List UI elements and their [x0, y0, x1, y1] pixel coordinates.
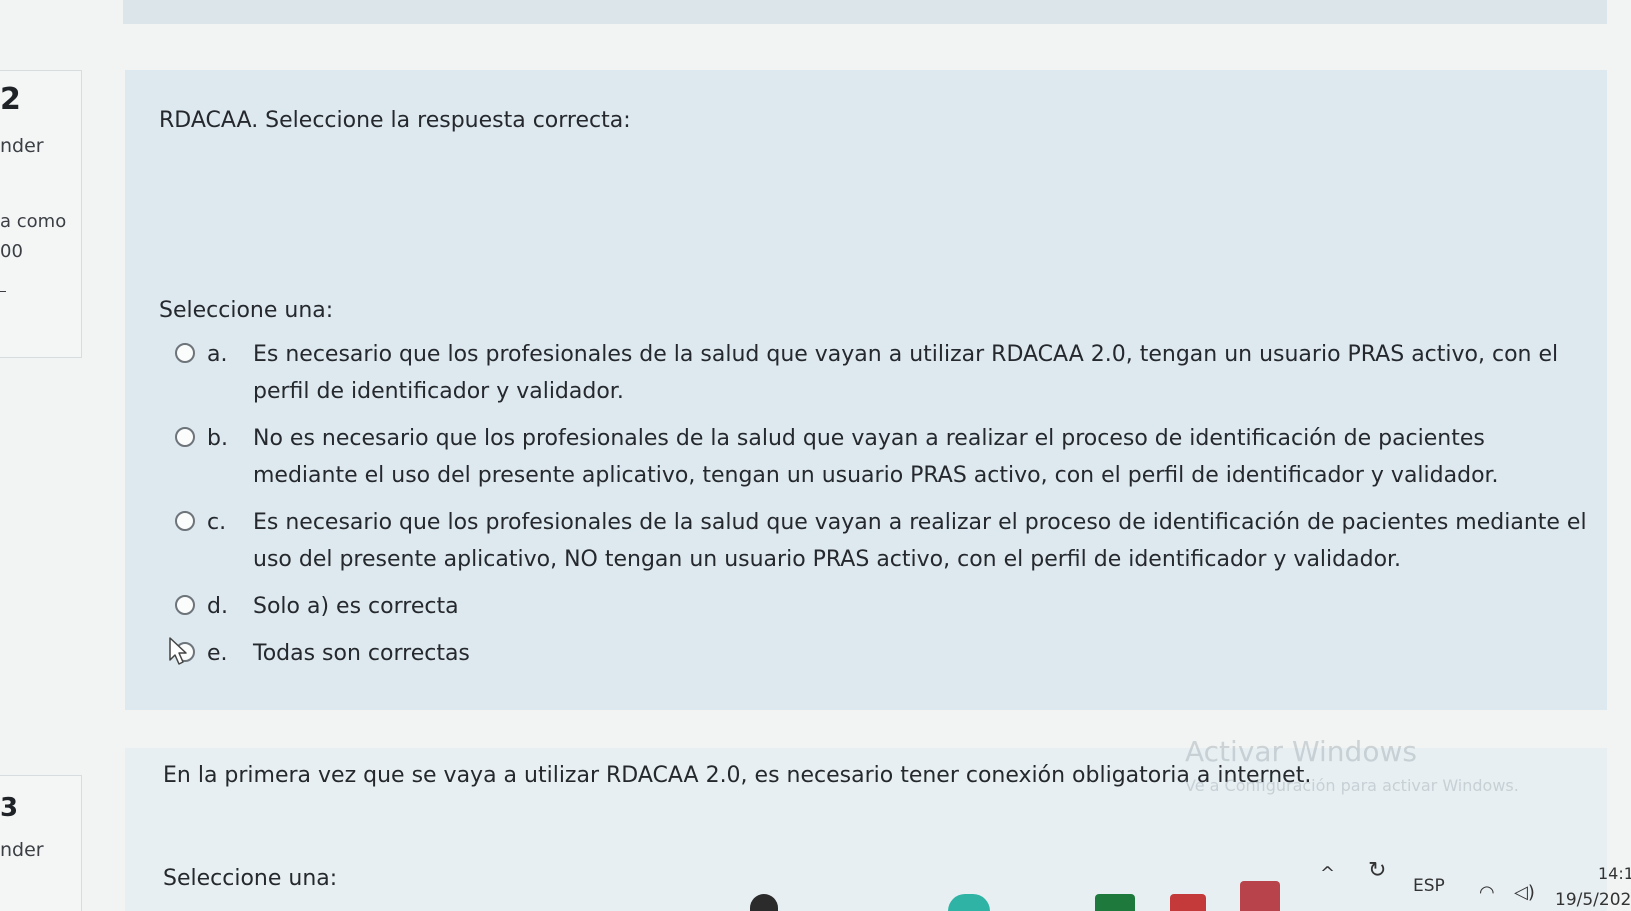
- option-text: Solo a) es correcta: [253, 594, 459, 619]
- question-text: RDACAA. Seleccione la respuesta correcta…: [159, 108, 631, 133]
- previous-question-panel: [123, 0, 1607, 24]
- taskbar-app-icon[interactable]: [1170, 894, 1206, 911]
- clock-time[interactable]: 14:1: [1598, 864, 1631, 883]
- option-text: Todas son correctas: [253, 641, 470, 666]
- taskbar-app-icon[interactable]: [1240, 881, 1280, 911]
- option-e[interactable]: e. Todas son correctas: [175, 635, 1595, 672]
- question-number: 3: [0, 793, 19, 823]
- option-d[interactable]: d. Solo a) es correcta: [175, 588, 1595, 625]
- option-text: No es necesario que los profesionales de…: [253, 426, 1499, 488]
- sync-icon[interactable]: ↻: [1368, 858, 1386, 883]
- question-mark-label: a como: [0, 211, 67, 232]
- answer-options: a. Es necesario que los profesionales de…: [175, 336, 1595, 682]
- windows-activation-watermark: Activar Windows: [1185, 735, 1417, 768]
- question-number: 2: [0, 82, 21, 117]
- option-b[interactable]: b. No es necesario que los profesionales…: [175, 420, 1595, 494]
- option-a[interactable]: a. Es necesario que los profesionales de…: [175, 336, 1595, 410]
- language-indicator[interactable]: ESP: [1413, 876, 1445, 896]
- radio-button[interactable]: [175, 511, 195, 531]
- volume-icon[interactable]: ◁): [1514, 882, 1535, 903]
- clock-date[interactable]: 19/5/202: [1555, 890, 1631, 910]
- option-text: Es necesario que los profesionales de la…: [253, 342, 1559, 404]
- taskbar-app-icon[interactable]: [1095, 894, 1135, 911]
- option-letter: b.: [207, 426, 228, 451]
- chevron-up-icon[interactable]: ^: [1320, 863, 1335, 884]
- windows-activation-subtitle: Ve a Configuración para activar Windows.: [1185, 776, 1519, 795]
- question-mark-value: 00: [0, 241, 23, 262]
- mouse-pointer-icon: [169, 637, 187, 665]
- taskbar: [0, 880, 1631, 911]
- option-c[interactable]: c. Es necesario que los profesionales de…: [175, 504, 1595, 578]
- question-panel-2: RDACAA. Seleccione la respuesta correcta…: [125, 70, 1607, 710]
- radio-button[interactable]: [175, 595, 195, 615]
- option-text: Es necesario que los profesionales de la…: [253, 510, 1587, 572]
- question-status: nder: [0, 839, 44, 861]
- wifi-icon[interactable]: ◠: [1479, 882, 1495, 903]
- question-info-2: 2 nder a como 00: [0, 70, 82, 358]
- radio-button[interactable]: [175, 427, 195, 447]
- option-letter: e.: [207, 641, 228, 666]
- option-letter: a.: [207, 342, 228, 367]
- option-letter: d.: [207, 594, 228, 619]
- question-status: nder: [0, 135, 44, 157]
- option-letter: c.: [207, 510, 227, 535]
- flag-question-link[interactable]: [0, 291, 6, 292]
- select-one-label: Seleccione una:: [159, 298, 334, 323]
- question-text: En la primera vez que se vaya a utilizar…: [163, 763, 1312, 788]
- radio-button[interactable]: [175, 343, 195, 363]
